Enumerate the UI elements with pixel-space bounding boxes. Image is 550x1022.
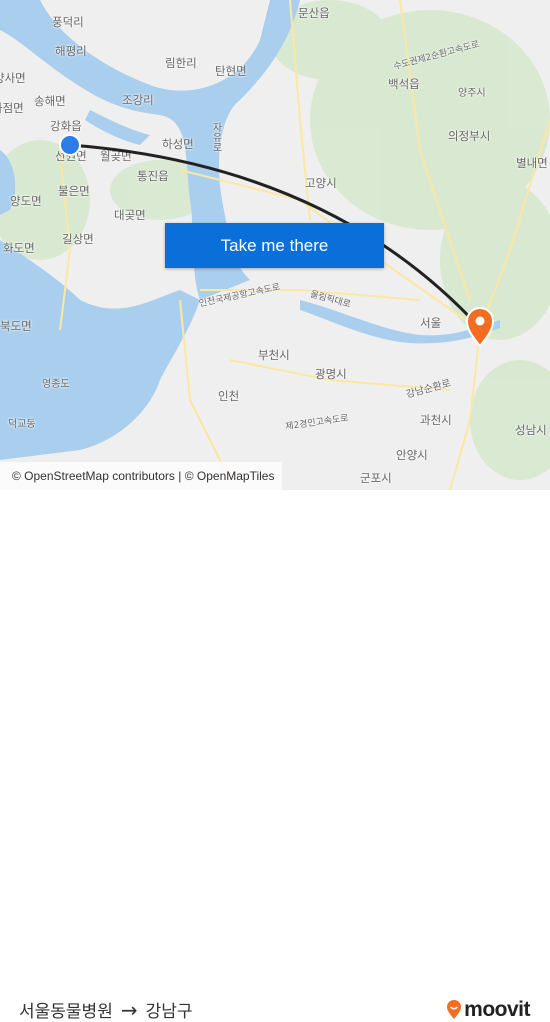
footer: 서울동물병원 → 강남구 moovit (0, 490, 550, 1022)
brand-name: moovit (464, 998, 530, 1021)
origin-name: 서울동물병원 (19, 1002, 113, 1022)
moovit-logo[interactable]: moovit (446, 998, 530, 1022)
take-me-there-button[interactable]: Take me there (165, 223, 384, 268)
map-attribution[interactable]: © OpenStreetMap contributors | © OpenMap… (0, 462, 283, 490)
origin-marker[interactable] (59, 134, 81, 156)
destination-pin-icon[interactable] (465, 307, 495, 348)
map[interactable]: 풍덕리 해평리 림한리 탄현면 문산읍 양사면 송해면 하점면 조강리 강화읍 … (0, 0, 550, 490)
arrow-right-icon: → (120, 997, 138, 1022)
moovit-pin-icon (447, 1000, 462, 1019)
route-summary: 서울동물병원 → 강남구 (19, 997, 193, 1022)
destination-name: 강남구 (145, 1002, 193, 1022)
